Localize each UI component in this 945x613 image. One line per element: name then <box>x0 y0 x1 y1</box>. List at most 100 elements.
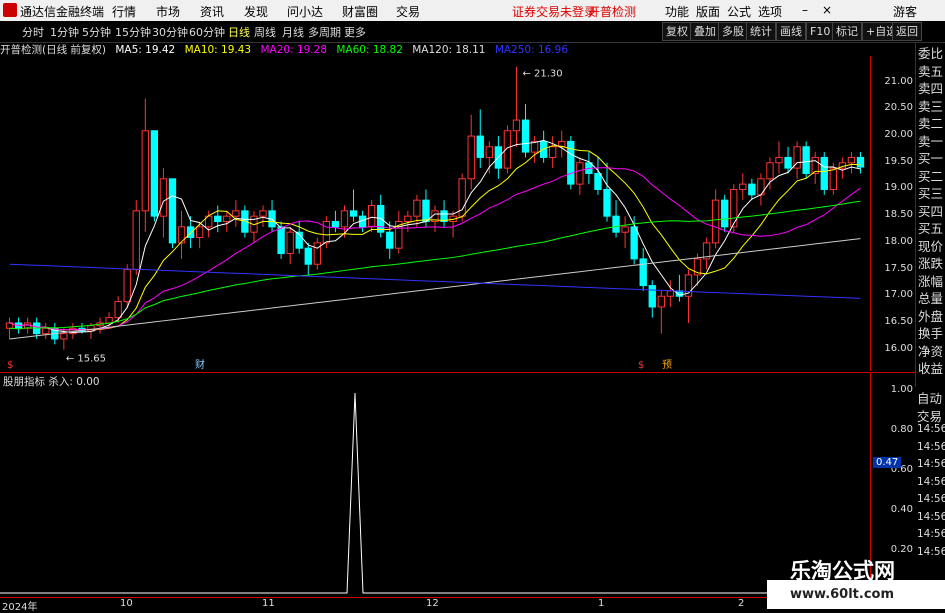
menu-wenxiaoda[interactable]: 问小达 <box>287 3 323 20</box>
menu-caifuquan[interactable]: 财富圈 <box>342 3 378 20</box>
quote-label[interactable]: 卖四 <box>918 78 943 97</box>
event-marker[interactable]: $ <box>638 360 644 371</box>
candle-body <box>277 226 285 255</box>
pane-divider[interactable] <box>0 372 915 373</box>
indicator-tick: 0.40 <box>890 504 913 515</box>
close-icon[interactable]: × <box>818 2 836 18</box>
menu-shichang[interactable]: 市场 <box>156 3 180 20</box>
minimize-icon[interactable]: – <box>796 2 814 18</box>
trade-label[interactable]: 14:56 <box>917 546 945 558</box>
candle-body <box>775 156 783 164</box>
candle-body <box>648 285 656 308</box>
trade-label[interactable]: 自动 <box>917 388 942 407</box>
period-tab[interactable]: 1分钟 <box>50 24 79 40</box>
period-tab-more[interactable]: 更多 <box>344 24 366 40</box>
guest-label[interactable]: 游客 <box>893 3 917 20</box>
trade-label[interactable]: 14:56 <box>917 528 945 540</box>
menu-gongneng[interactable]: 功能 <box>665 3 689 20</box>
quote-label[interactable]: 净资 <box>918 341 943 360</box>
trade-label[interactable]: 14:56 <box>917 458 945 470</box>
tool-fuquan-button[interactable]: 复权 <box>662 22 692 41</box>
quote-label[interactable]: 外盘 <box>918 306 943 325</box>
tool-tongji-button[interactable]: 统计 <box>746 22 776 41</box>
ma10-label: MA10: 19.43 <box>184 44 252 56</box>
menu-faxian[interactable]: 发现 <box>244 3 268 20</box>
tool-biaoji-button[interactable]: 标记 <box>832 22 862 41</box>
period-tab[interactable]: 分时 <box>22 24 44 40</box>
period-tab[interactable]: 60分钟 <box>189 24 225 40</box>
quote-label[interactable]: 买一 <box>918 148 943 167</box>
quote-label[interactable]: 涨跌 <box>918 253 943 272</box>
quote-label[interactable]: 买二 <box>918 166 943 185</box>
period-tab[interactable]: 周线 <box>254 24 276 40</box>
menu-jiaoyi[interactable]: 交易 <box>396 3 420 20</box>
candle-body <box>367 204 376 228</box>
title-bar: 通达信金融终端 行情 市场 资讯 发现 问小达 财富圈 交易 证券交易未登录 开… <box>0 0 945 22</box>
menu-xuanxiang[interactable]: 选项 <box>758 3 782 20</box>
period-tab[interactable]: 5分钟 <box>82 24 111 40</box>
menu-zixun[interactable]: 资讯 <box>200 3 224 20</box>
indicator-tick: 0.20 <box>890 544 913 555</box>
quote-label[interactable]: 涨幅 <box>918 271 943 290</box>
period-tab[interactable]: 多周期 <box>308 24 341 40</box>
quote-label[interactable]: 卖三 <box>918 96 943 115</box>
price-tick: 17.50 <box>884 262 913 274</box>
quote-label[interactable]: 买五 <box>918 218 943 237</box>
quote-label[interactable]: 买四 <box>918 201 943 220</box>
candle-body <box>259 210 267 217</box>
menu-banmian[interactable]: 版面 <box>696 3 720 20</box>
candle-body <box>820 156 828 190</box>
trade-label[interactable]: 14:56 <box>917 493 945 505</box>
period-tab[interactable]: 30分钟 <box>152 24 188 40</box>
candle-body <box>847 156 856 164</box>
event-marker[interactable]: $ <box>7 360 13 371</box>
trade-label[interactable]: 14:56 <box>917 423 945 435</box>
quote-label[interactable]: 卖一 <box>918 131 943 150</box>
quote-label[interactable]: 委比 <box>918 43 943 62</box>
trade-label[interactable]: 14:56 <box>917 441 945 453</box>
period-tab[interactable]: 月线 <box>282 24 304 40</box>
login-warning[interactable]: 证券交易未登录 <box>512 3 596 20</box>
candle-body <box>594 172 602 190</box>
indicator-current: 0.47 <box>873 457 902 468</box>
trade-label[interactable]: 14:56 <box>917 511 945 523</box>
tool-duogu-button[interactable]: 多股 <box>718 22 748 41</box>
tool-huaxian-button[interactable]: 画线 <box>776 22 806 41</box>
quote-label[interactable]: 总量 <box>918 288 943 307</box>
quote-label[interactable]: 卖五 <box>918 61 943 80</box>
event-marker[interactable]: 财 <box>195 358 205 371</box>
candle-body <box>630 226 638 260</box>
quote-label[interactable]: 收益 <box>918 358 943 377</box>
price-tick: 19.50 <box>884 155 913 167</box>
candlestick-chart[interactable]: ← 21.30 ← 15.65 财 预 $ $ <box>0 56 870 371</box>
quote-label[interactable]: 卖二 <box>918 113 943 132</box>
candle-body <box>612 215 620 233</box>
date-tick: 12 <box>426 598 439 609</box>
indicator-chart[interactable] <box>0 388 870 595</box>
menu-hangqing[interactable]: 行情 <box>112 3 136 20</box>
price-tick: 21.00 <box>884 75 913 87</box>
menu-gongshi[interactable]: 公式 <box>727 3 751 20</box>
candle-body <box>476 135 484 158</box>
trade-label[interactable]: 交易 <box>917 406 942 425</box>
stock-name-title: 开普检测 <box>588 5 637 19</box>
tool-f10-button[interactable]: F10 <box>806 22 835 41</box>
period-tab-active[interactable]: 日线 <box>228 24 250 40</box>
quote-label[interactable]: 换手 <box>918 323 943 342</box>
tool-diejia-button[interactable]: 叠加 <box>690 22 720 41</box>
candle-body <box>748 183 756 196</box>
tool-fanhui-button[interactable]: 返回 <box>892 22 922 41</box>
trade-sidebar: 自动 交易 14:56 14:56 14:56 14:56 14:56 14:56 14:56 1… <box>915 387 945 597</box>
quote-label[interactable]: 买三 <box>918 183 943 202</box>
quote-label[interactable]: 现价 <box>918 236 943 255</box>
candle-body <box>114 301 122 319</box>
date-tick: 1 <box>598 598 605 609</box>
app-logo-icon <box>3 3 17 17</box>
ma5-label: MA5: 19.42 <box>115 44 176 56</box>
candle-body <box>730 188 738 228</box>
candle-body <box>521 119 530 153</box>
candle-body <box>603 188 611 217</box>
event-marker[interactable]: 预 <box>662 359 672 371</box>
trade-label[interactable]: 14:56 <box>917 476 945 488</box>
period-tab[interactable]: 15分钟 <box>115 24 151 40</box>
